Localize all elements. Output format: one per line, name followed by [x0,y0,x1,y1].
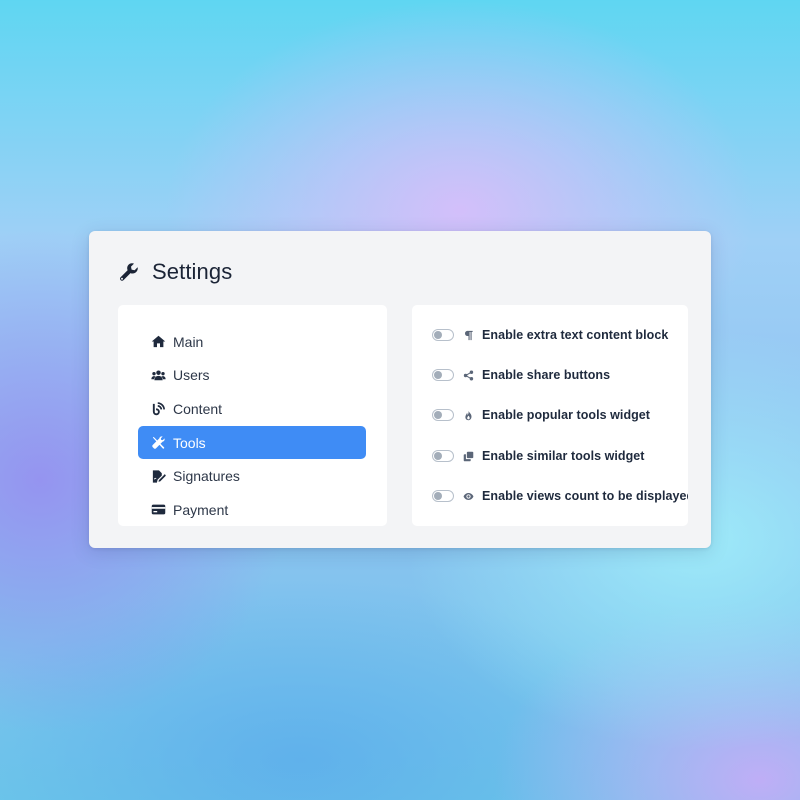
home-icon [151,334,166,349]
nav-item-tools[interactable]: Tools [138,425,366,460]
toggle-switch[interactable] [432,329,454,341]
settings-header: Settings [119,258,232,286]
nav-item-signatures[interactable]: Signatures [138,459,366,493]
toggle-switch[interactable] [432,369,454,381]
tool-options-panel: Enable extra text content block Enable s… [412,305,688,526]
page-title: Settings [152,259,233,284]
option-label: Enable share buttons [482,368,611,382]
option-row-share-buttons: Enable share buttons [432,365,610,385]
nav-item-label: Content [173,400,223,417]
fire-icon [463,410,474,421]
nav-item-content[interactable]: Content [138,392,366,426]
nav-item-label: Payment [173,501,229,518]
option-label: Enable popular tools widget [482,408,651,422]
option-label: Enable views count to be displayed [482,489,688,503]
wrench-icon [119,262,139,282]
eye-icon [463,491,474,502]
users-icon [151,368,166,383]
clone-icon [463,451,474,462]
toggle-switch[interactable] [432,450,454,462]
option-label: Enable extra text content block [482,328,669,342]
tools-icon [151,435,166,450]
toggle-switch[interactable] [432,409,454,421]
option-label: Enable similar tools widget [482,449,645,463]
option-row-popular-widget: Enable popular tools widget [432,405,650,425]
feed-icon [151,401,166,416]
settings-card: Settings Main Users Content Tools Signat… [89,231,711,548]
signature-icon [151,469,166,484]
paragraph-icon [463,330,474,341]
nav-item-label: Tools [173,434,206,451]
option-row-views-count: Enable views count to be displayed [432,486,688,506]
share-icon [463,369,474,381]
nav-item-label: Signatures [173,468,240,485]
nav-item-label: Users [173,367,210,384]
toggle-switch[interactable] [432,490,454,502]
nav-item-label: Main [173,333,204,350]
credit-card-icon [151,502,166,517]
option-row-similar-widget: Enable similar tools widget [432,446,645,466]
nav-item-payment[interactable]: Payment [138,493,366,526]
nav-item-main[interactable]: Main [138,325,366,359]
nav-list: Main Users Content Tools Signatures Paym… [138,325,366,526]
nav-item-users[interactable]: Users [138,359,366,393]
option-row-extra-text: Enable extra text content block [432,325,668,345]
settings-nav: Main Users Content Tools Signatures Paym… [118,305,387,526]
